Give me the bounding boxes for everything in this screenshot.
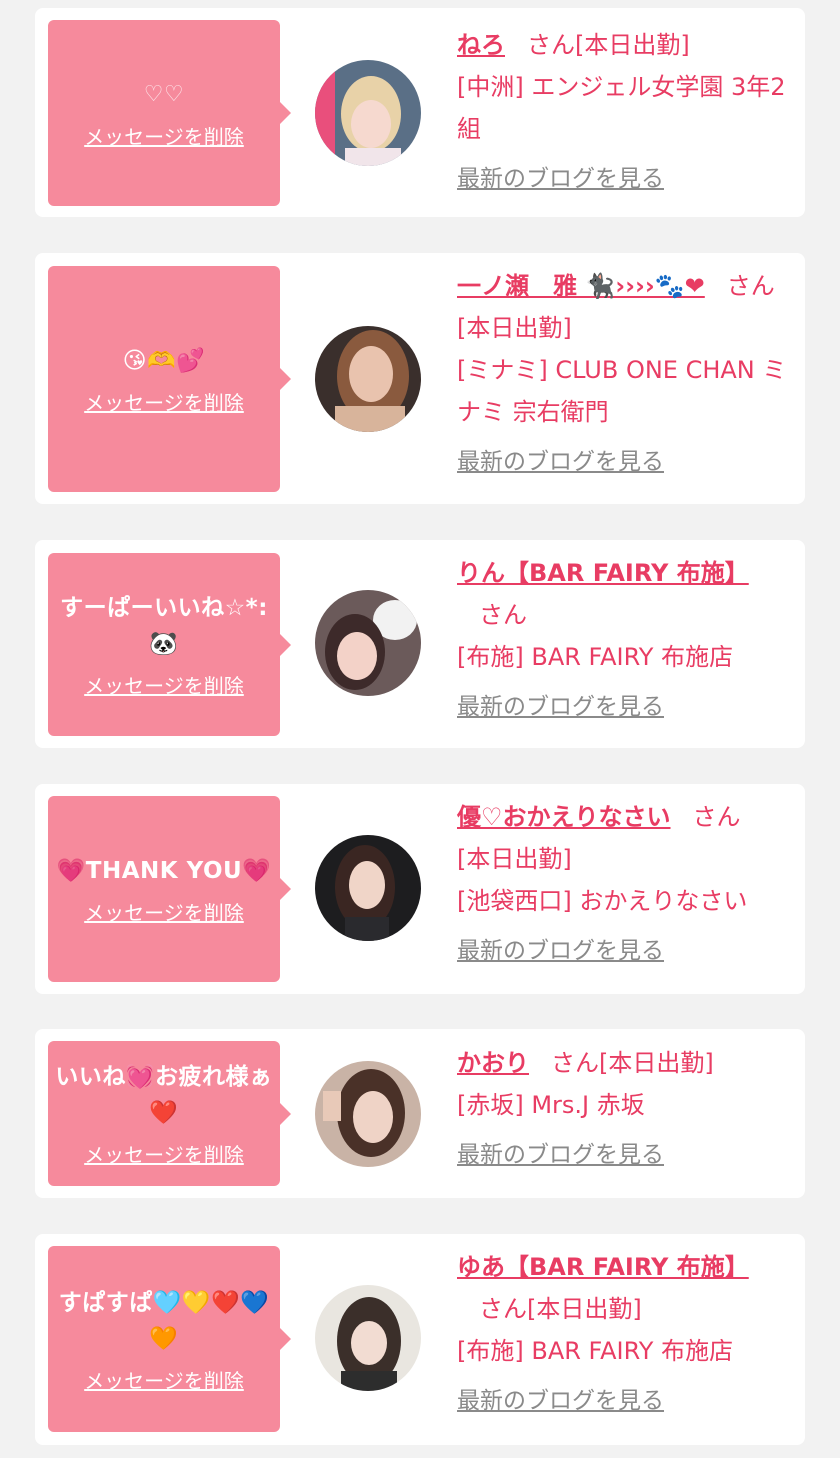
message-bubble: ♡♡ メッセージを削除	[48, 20, 291, 206]
attendance-status: [本日出勤]	[457, 314, 572, 342]
honorific: さん	[479, 1295, 527, 1323]
avatar[interactable]	[315, 1061, 421, 1167]
message-list: ♡♡ メッセージを削除 ねろ さん[本日出勤] [中洲] エンジェル女学園 3年2…	[0, 0, 840, 1458]
cast-info: ゆあ【BAR FAIRY 布施】さん[本日出勤] [布施] BAR FAIRY …	[457, 1246, 787, 1422]
latest-blog-link[interactable]: 最新のブログを見る	[457, 1134, 664, 1176]
shop-name: [中洲] エンジェル女学園 3年2組	[457, 73, 786, 143]
message-text: 💗THANK YOU💗	[56, 857, 272, 884]
honorific: さん	[527, 31, 575, 59]
message-bubble: 😘🫶💕 メッセージを削除	[48, 266, 291, 492]
message-card: 😘🫶💕 メッセージを削除 一ノ瀬 雅 🐈‍⬛››››🐾❤ さん [本日出勤] [ミナ…	[35, 253, 805, 504]
message-card: すぱすぱ🩵💛❤️💙🧡 メッセージを削除 ゆあ【BAR FAIRY 布施】さん[本…	[35, 1234, 805, 1445]
shop-name: [赤坂] Mrs.J 赤坂	[457, 1091, 645, 1119]
message-text: いいね💓お疲れ様ぁ❤️	[55, 1064, 273, 1126]
honorific: さん	[726, 272, 775, 300]
cast-info: ねろ さん[本日出勤] [中洲] エンジェル女学園 3年2組 最新のブログを見る	[457, 24, 787, 200]
delete-message-link[interactable]: メッセージを削除	[84, 121, 244, 150]
cast-info: 一ノ瀬 雅 🐈‍⬛››››🐾❤ さん [本日出勤] [ミナミ] CLUB ONE C…	[457, 265, 787, 483]
message-bubble: すぱすぱ🩵💛❤️💙🧡 メッセージを削除	[48, 1246, 291, 1432]
cast-info: 優♡おかえりなさい さん [本日出勤] [池袋西口] おかえりなさい 最新のブログ…	[457, 796, 787, 972]
cast-name-link[interactable]: りん【BAR FAIRY 布施】	[457, 559, 749, 587]
message-bubble: すーぱーいいね☆*: 🐼 メッセージを削除	[48, 553, 291, 736]
message-text: すぱすぱ🩵💛❤️💙🧡	[58, 1289, 270, 1352]
message-card: ♡♡ メッセージを削除 ねろ さん[本日出勤] [中洲] エンジェル女学園 3年2…	[35, 8, 805, 217]
avatar[interactable]	[315, 1285, 421, 1391]
honorific: さん	[692, 803, 741, 831]
shop-name: [布施] BAR FAIRY 布施店	[457, 643, 734, 671]
message-bubble: いいね💓お疲れ様ぁ❤️ メッセージを削除	[48, 1041, 291, 1186]
delete-message-link[interactable]: メッセージを削除	[84, 1365, 244, 1394]
cast-name-link[interactable]: ゆあ【BAR FAIRY 布施】	[457, 1253, 749, 1281]
attendance-status: [本日出勤]	[575, 31, 690, 59]
avatar[interactable]	[315, 835, 421, 941]
cast-name-link[interactable]: 一ノ瀬 雅 🐈‍⬛››››🐾❤	[457, 272, 705, 300]
delete-message-link[interactable]: メッセージを削除	[84, 1139, 244, 1168]
latest-blog-link[interactable]: 最新のブログを見る	[457, 158, 664, 200]
latest-blog-link[interactable]: 最新のブログを見る	[457, 1380, 664, 1422]
shop-name: [ミナミ] CLUB ONE CHAN ミナミ 宗右衛門	[457, 356, 787, 426]
latest-blog-link[interactable]: 最新のブログを見る	[457, 441, 664, 483]
avatar[interactable]	[315, 326, 421, 432]
attendance-status: [本日出勤]	[527, 1295, 642, 1323]
cast-name-link[interactable]: かおり	[457, 1049, 529, 1077]
message-text: 😘🫶💕	[122, 347, 206, 374]
attendance-status: [本日出勤]	[457, 845, 572, 873]
delete-message-link[interactable]: メッセージを削除	[84, 897, 244, 926]
message-bubble: 💗THANK YOU💗 メッセージを削除	[48, 796, 291, 982]
attendance-status: [本日出勤]	[599, 1049, 714, 1077]
avatar[interactable]	[315, 60, 421, 166]
message-text: すーぱーいいね☆*: 🐼	[60, 595, 268, 657]
honorific: さん	[479, 601, 527, 629]
message-text: ♡♡	[143, 81, 185, 107]
honorific: さん	[551, 1049, 599, 1077]
delete-message-link[interactable]: メッセージを削除	[84, 670, 244, 699]
cast-name-link[interactable]: ねろ	[457, 31, 505, 59]
cast-info: かおり さん[本日出勤] [赤坂] Mrs.J 赤坂 最新のブログを見る	[457, 1042, 787, 1176]
message-card: 💗THANK YOU💗 メッセージを削除 優♡おかえりなさい さん [本日出勤] …	[35, 784, 805, 994]
shop-name: [布施] BAR FAIRY 布施店	[457, 1337, 734, 1365]
cast-info: りん【BAR FAIRY 布施】さん [布施] BAR FAIRY 布施店 最新…	[457, 552, 787, 728]
cast-name-link[interactable]: 優♡おかえりなさい	[457, 803, 671, 831]
latest-blog-link[interactable]: 最新のブログを見る	[457, 686, 664, 728]
delete-message-link[interactable]: メッセージを削除	[84, 387, 244, 416]
shop-name: [池袋西口] おかえりなさい	[457, 887, 748, 915]
message-card: すーぱーいいね☆*: 🐼 メッセージを削除 りん【BAR FAIRY 布施】さん…	[35, 540, 805, 748]
message-card: いいね💓お疲れ様ぁ❤️ メッセージを削除 かおり さん[本日出勤] [赤坂] Mr…	[35, 1029, 805, 1198]
latest-blog-link[interactable]: 最新のブログを見る	[457, 930, 664, 972]
avatar[interactable]	[315, 590, 421, 696]
